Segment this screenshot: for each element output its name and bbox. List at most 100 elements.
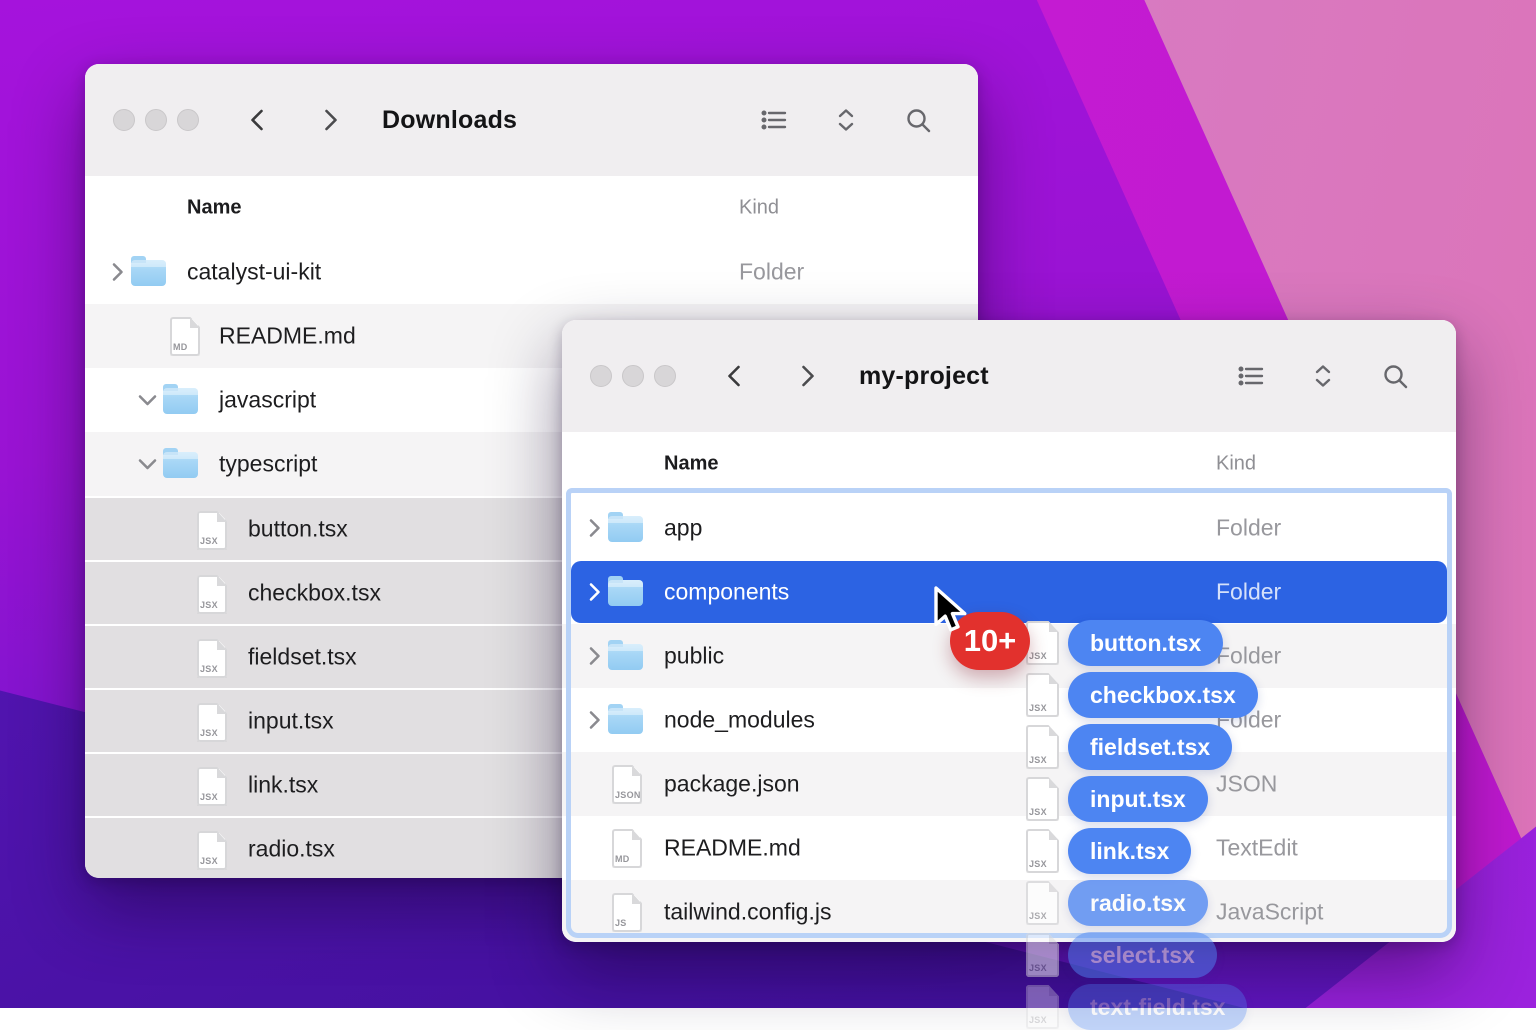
- file-name-label: fieldset.tsx: [248, 644, 357, 671]
- file-name-label: input.tsx: [248, 708, 334, 735]
- file-name-label: typescript: [219, 451, 317, 478]
- file-name-label: app: [664, 515, 702, 542]
- file-row-public[interactable]: public Folder: [562, 624, 1456, 688]
- file-icon: JSX: [197, 767, 227, 806]
- file-row-README.md[interactable]: MD README.md TextEdit: [562, 816, 1456, 880]
- close-button[interactable]: [113, 109, 135, 131]
- file-icon: MD: [170, 317, 200, 356]
- forward-button[interactable]: [316, 106, 344, 134]
- file-icon: JSX: [197, 831, 227, 870]
- file-name-label: catalyst-ui-kit: [187, 259, 321, 286]
- list-view-icon[interactable]: [1237, 362, 1265, 390]
- file-row-catalyst-ui-kit[interactable]: catalyst-ui-kit Folder: [85, 240, 978, 304]
- sort-icon[interactable]: [832, 106, 860, 134]
- file-kind-label: TextEdit: [1216, 835, 1298, 862]
- chevron-down-icon[interactable]: [138, 458, 158, 471]
- file-icon: JSX: [197, 639, 227, 678]
- file-type-tag: JSX: [200, 664, 218, 674]
- file-name-label: README.md: [219, 323, 356, 350]
- file-name-label: radio.tsx: [248, 836, 335, 863]
- file-type-tag: JSX: [200, 536, 218, 546]
- chevron-right-icon: [316, 106, 344, 134]
- file-icon: JS: [612, 893, 642, 932]
- file-kind-label: JavaScript: [1216, 899, 1323, 926]
- back-button[interactable]: [721, 362, 749, 390]
- folder-icon: [608, 708, 643, 734]
- file-icon: JSX: [197, 703, 227, 742]
- file-kind-label: JSON: [1216, 771, 1277, 798]
- column-header-name[interactable]: Name: [664, 453, 718, 476]
- file-type-tag: MD: [615, 854, 630, 864]
- file-name-label: node_modules: [664, 707, 815, 734]
- chevron-right-icon[interactable]: [588, 646, 601, 666]
- file-name-label: public: [664, 643, 724, 670]
- file-row-tailwind.config.js[interactable]: JS tailwind.config.js JavaScript: [562, 880, 1456, 942]
- chevron-right-icon[interactable]: [588, 518, 601, 538]
- list-header: Name Kind: [562, 432, 1456, 497]
- file-type-tag: JSX: [200, 792, 218, 802]
- file-type-tag: JSON: [615, 790, 641, 800]
- file-kind-label: Folder: [1216, 643, 1281, 670]
- file-icon: JSX: [197, 575, 227, 614]
- file-icon: JSON: [612, 765, 642, 804]
- folder-icon: [131, 260, 166, 286]
- zoom-button[interactable]: [654, 365, 676, 387]
- file-row-package.json[interactable]: JSON package.json JSON: [562, 752, 1456, 816]
- list-view-icon[interactable]: [760, 106, 788, 134]
- file-type-tag: MD: [173, 342, 188, 352]
- minimize-button[interactable]: [622, 365, 644, 387]
- close-button[interactable]: [590, 365, 612, 387]
- search-icon[interactable]: [1381, 362, 1409, 390]
- folder-icon: [163, 452, 198, 478]
- file-icon: MD: [612, 829, 642, 868]
- sort-icon[interactable]: [1309, 362, 1337, 390]
- file-name-label: tailwind.config.js: [664, 899, 831, 926]
- file-row-node_modules[interactable]: node_modules Folder: [562, 688, 1456, 752]
- chevron-right-icon: [793, 362, 821, 390]
- file-list: appFoldercomponentsFolderpublicFoldernod…: [562, 496, 1456, 942]
- titlebar: my-project: [562, 320, 1456, 433]
- folder-icon: [608, 580, 643, 606]
- file-name-label: javascript: [219, 387, 316, 414]
- file-name-label: README.md: [664, 835, 801, 862]
- file-kind-label: Folder: [1216, 707, 1281, 734]
- traffic-lights: [113, 109, 199, 131]
- chevron-left-icon: [244, 106, 272, 134]
- search-icon[interactable]: [904, 106, 932, 134]
- column-header-kind[interactable]: Kind: [1216, 453, 1256, 476]
- file-type-tag: JSX: [200, 600, 218, 610]
- chevron-right-icon[interactable]: [111, 262, 124, 282]
- chevron-left-icon: [721, 362, 749, 390]
- file-type-tag: JSX: [200, 728, 218, 738]
- zoom-button[interactable]: [177, 109, 199, 131]
- file-name-label: link.tsx: [248, 772, 318, 799]
- file-icon: JSX: [197, 511, 227, 550]
- file-type-tag: JSX: [1029, 1015, 1047, 1025]
- file-type-tag: JSX: [200, 856, 218, 866]
- column-header-kind[interactable]: Kind: [739, 197, 779, 220]
- back-button[interactable]: [244, 106, 272, 134]
- chevron-down-icon[interactable]: [138, 394, 158, 407]
- titlebar: Downloads: [85, 64, 978, 177]
- column-header-name[interactable]: Name: [187, 197, 241, 220]
- file-name-label: components: [664, 579, 789, 606]
- folder-icon: [608, 516, 643, 542]
- folder-icon: [163, 388, 198, 414]
- file-name-label: package.json: [664, 771, 800, 798]
- forward-button[interactable]: [793, 362, 821, 390]
- file-kind-label: Folder: [1216, 579, 1281, 606]
- file-kind-label: Folder: [739, 259, 804, 286]
- file-name-label: button.tsx: [248, 516, 348, 543]
- window-title: Downloads: [382, 64, 517, 176]
- chevron-right-icon[interactable]: [588, 710, 601, 730]
- list-header: Name Kind: [85, 176, 978, 241]
- traffic-lights: [590, 365, 676, 387]
- finder-window-my-project: my-project Name Kind appFoldercomponents…: [562, 320, 1456, 942]
- file-type-tag: JS: [615, 918, 627, 928]
- file-row-app[interactable]: appFolder: [562, 496, 1456, 560]
- file-name-label: checkbox.tsx: [248, 580, 381, 607]
- file-row-components[interactable]: components Folder: [562, 560, 1456, 624]
- chevron-right-icon[interactable]: [588, 582, 601, 602]
- minimize-button[interactable]: [145, 109, 167, 131]
- folder-icon: [608, 644, 643, 670]
